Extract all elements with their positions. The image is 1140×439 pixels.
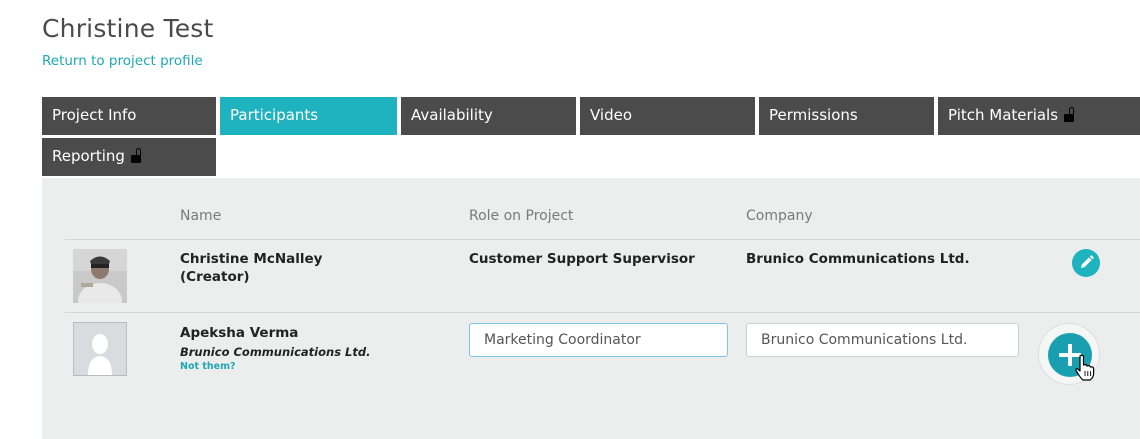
participants-panel: Name Role on Project Company Christine M… bbox=[42, 178, 1140, 439]
tab-label: Project Info bbox=[52, 106, 137, 124]
edit-participant-button[interactable] bbox=[1072, 249, 1100, 277]
column-header-role: Role on Project bbox=[469, 208, 574, 224]
not-them-link[interactable]: Not them? bbox=[180, 361, 235, 372]
participant-company: Brunico Communications Ltd. bbox=[746, 251, 970, 267]
participant-role: Customer Support Supervisor bbox=[469, 251, 695, 267]
divider bbox=[65, 312, 1140, 313]
tab-label: Participants bbox=[230, 106, 319, 124]
divider bbox=[65, 239, 1140, 240]
new-participant-company: Brunico Communications Ltd. bbox=[180, 345, 371, 359]
column-header-name: Name bbox=[180, 208, 222, 224]
tab-project-info[interactable]: Project Info bbox=[42, 97, 216, 135]
avatar bbox=[73, 249, 127, 303]
page-title: Christine Test bbox=[42, 14, 214, 43]
tab-availability[interactable]: Availability bbox=[401, 97, 576, 135]
tab-label: Video bbox=[590, 106, 633, 124]
tab-video[interactable]: Video bbox=[580, 97, 755, 135]
column-header-company: Company bbox=[746, 208, 813, 224]
participant-name: Christine McNalley (Creator) bbox=[180, 250, 322, 286]
tab-pitch-materials[interactable]: Pitch Materials bbox=[938, 97, 1140, 135]
tab-label: Permissions bbox=[769, 106, 858, 124]
tab-label: Availability bbox=[411, 106, 493, 124]
pencil-icon bbox=[1081, 255, 1094, 268]
user-silhouette-icon bbox=[88, 334, 112, 375]
tab-permissions[interactable]: Permissions bbox=[759, 97, 934, 135]
hand-pointer-cursor-icon bbox=[1075, 354, 1095, 381]
participant-creator-note: (Creator) bbox=[180, 269, 250, 285]
tab-participants[interactable]: Participants bbox=[220, 97, 397, 135]
tab-label: Reporting bbox=[52, 147, 125, 165]
company-input[interactable] bbox=[746, 323, 1019, 357]
role-input[interactable] bbox=[469, 323, 728, 357]
tab-label: Pitch Materials bbox=[948, 106, 1059, 124]
page: Christine Test Return to project profile… bbox=[0, 0, 1140, 439]
new-participant-name: Apeksha Verma bbox=[180, 325, 299, 341]
lock-icon bbox=[1064, 107, 1075, 122]
participant-name-text: Christine McNalley bbox=[180, 251, 323, 267]
return-to-project-link[interactable]: Return to project profile bbox=[42, 53, 203, 69]
avatar-photo-icon bbox=[73, 249, 127, 303]
lock-icon bbox=[130, 148, 141, 163]
avatar-placeholder bbox=[73, 322, 127, 376]
tab-reporting[interactable]: Reporting bbox=[42, 138, 216, 176]
